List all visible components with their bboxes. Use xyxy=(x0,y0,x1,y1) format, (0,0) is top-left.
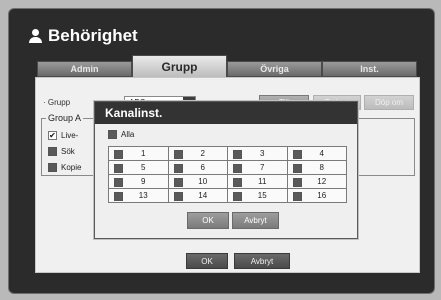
channel-cell[interactable]: 5 xyxy=(109,161,169,175)
channel-cell[interactable]: 4 xyxy=(287,147,347,161)
channel-dialog: Kanalinst. Alla 1 2 3 4 5 6 7 8 9 10 11 … xyxy=(94,101,358,239)
authority-label-copy: Kopie xyxy=(61,163,82,172)
checkbox-all[interactable] xyxy=(108,130,117,139)
channel-cell[interactable]: 1 xyxy=(109,147,169,161)
checkbox-search[interactable] xyxy=(48,147,57,156)
authority-item-live[interactable]: ✔ Live- xyxy=(48,131,78,140)
stage: Behörighet Admin Grupp Övriga Inst. · Gr… xyxy=(0,0,441,300)
window-title-bar: Behörighet xyxy=(29,23,138,49)
cancel-button[interactable]: Avbryt xyxy=(234,253,290,269)
select-all-label: Alla xyxy=(121,130,135,139)
tab-ovriga[interactable]: Övriga xyxy=(227,61,322,77)
dialog-cancel-button[interactable]: Avbryt xyxy=(232,212,279,229)
authority-item-copy[interactable]: Kopie xyxy=(48,163,81,172)
tab-admin[interactable]: Admin xyxy=(37,61,132,77)
window-title: Behörighet xyxy=(48,26,138,45)
channel-cell[interactable]: 2 xyxy=(168,147,228,161)
channel-cell[interactable]: 13 xyxy=(109,189,169,203)
channel-cell[interactable]: 8 xyxy=(287,161,347,175)
user-icon xyxy=(29,29,42,43)
channel-cell[interactable]: 6 xyxy=(168,161,228,175)
channel-cell[interactable]: 12 xyxy=(287,175,347,189)
authority-label-search: Sök xyxy=(61,147,75,156)
checkbox-live[interactable]: ✔ xyxy=(48,131,57,140)
channel-cell[interactable]: 11 xyxy=(228,175,288,189)
ok-button[interactable]: OK xyxy=(186,253,228,269)
authority-item-search[interactable]: Sök xyxy=(48,147,75,156)
tab-grupp[interactable]: Grupp xyxy=(132,55,227,77)
rename-button[interactable]: Döp om xyxy=(364,95,414,110)
authority-label-live: Live- xyxy=(61,131,79,140)
channel-cell[interactable]: 3 xyxy=(228,147,288,161)
channel-cell[interactable]: 9 xyxy=(109,175,169,189)
tab-bar: Admin Grupp Övriga Inst. xyxy=(37,55,417,77)
channel-cell[interactable]: 16 xyxy=(287,189,347,203)
group-authority-legend: Group A xyxy=(46,113,84,123)
tab-inst[interactable]: Inst. xyxy=(322,61,417,77)
grupp-label: · Grupp xyxy=(43,98,71,107)
channel-cell[interactable]: 14 xyxy=(168,189,228,203)
select-all-row[interactable]: Alla xyxy=(108,130,134,139)
channel-cell[interactable]: 10 xyxy=(168,175,228,189)
checkbox-copy[interactable] xyxy=(48,163,57,172)
dialog-title: Kanalinst. xyxy=(95,102,357,124)
dialog-ok-button[interactable]: OK xyxy=(187,212,229,229)
channel-cell[interactable]: 15 xyxy=(228,189,288,203)
channel-cell[interactable]: 7 xyxy=(228,161,288,175)
channel-grid: 1 2 3 4 5 6 7 8 9 10 11 12 13 14 15 16 xyxy=(108,146,347,203)
